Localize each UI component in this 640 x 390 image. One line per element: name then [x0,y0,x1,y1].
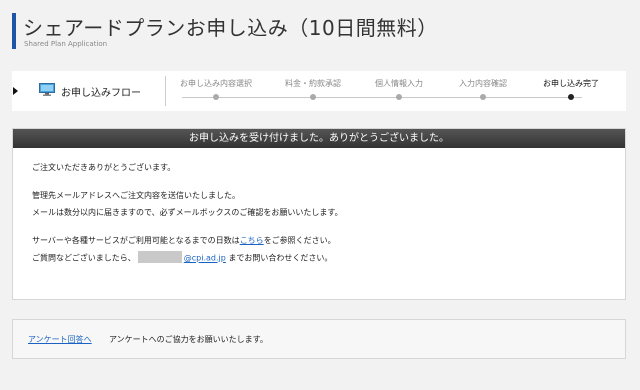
support-email-link[interactable]: @cpi.ad.jp [184,254,226,263]
application-flow-bar: お申し込みフロー お申し込み内容選択 料金・約款承認 個人情報入力 入力内容確認… [12,71,626,111]
redacted-email-user [137,251,182,263]
flow-step-approve: 料金・約款承認 [285,79,341,88]
availability-text: サーバーや各種サービスがご利用可能となるまでの日数は [32,236,240,245]
flow-step-select: お申し込み内容選択 [180,79,252,88]
contact-text: ご質問などございましたら、 [32,253,136,263]
page-header: シェアードプランお申し込み（10日間無料） Shared Plan Applic… [0,0,640,58]
survey-link[interactable]: アンケート回答へ [28,334,92,345]
survey-text: アンケートへのご協力をお願いいたします。 [109,335,268,344]
flow-track [182,97,582,98]
flow-step-dot [480,94,486,100]
flow-divider [165,76,166,106]
title-accent-bar [12,13,16,49]
flow-arrow-icon [13,87,18,95]
completion-message-card: お申し込みを受け付けました。ありがとうございました。 ご注文いただきありがとうご… [12,128,626,300]
message-line-sent: 管理先メールアドレスへご注文内容を送信いたしました。 [32,191,240,200]
flow-step-complete: お申し込み完了 [543,79,599,88]
flow-step-dot [213,94,219,100]
flow-step-confirm: 入力内容確認 [459,79,507,88]
message-line-thanks: ご注文いただきありがとうございます。 [32,163,176,172]
message-line-check-mail: メールは数分以内に届きますので、必ずメールボックスのご確認をお願いいたします。 [32,208,343,217]
availability-text-end: をご参照ください。 [263,236,336,245]
message-line-availability: サーバーや各種サービスがご利用可能となるまでの日数はこちらをご参照ください。 [32,235,336,246]
flow-step-dot [396,94,402,100]
reference-link[interactable]: こちら [240,236,264,245]
page-title: シェアードプランお申し込み（10日間無料） [23,16,438,40]
flow-step-personal-info: 個人情報入力 [375,79,423,88]
completion-heading: お申し込みを受け付けました。ありがとうございました。 [13,129,625,148]
flow-step-dot-current [568,94,574,100]
page-subtitle: Shared Plan Application [24,40,108,48]
survey-bar: アンケート回答へ アンケートへのご協力をお願いいたします。 [12,319,626,359]
message-line-contact: ご質問などございましたら、 @cpi.ad.jp までお問い合わせください。 [32,251,333,264]
monitor-icon [39,83,55,96]
flow-label: お申し込みフロー [61,88,141,99]
contact-text-end: までお問い合わせください。 [225,253,333,263]
flow-step-dot [310,94,316,100]
